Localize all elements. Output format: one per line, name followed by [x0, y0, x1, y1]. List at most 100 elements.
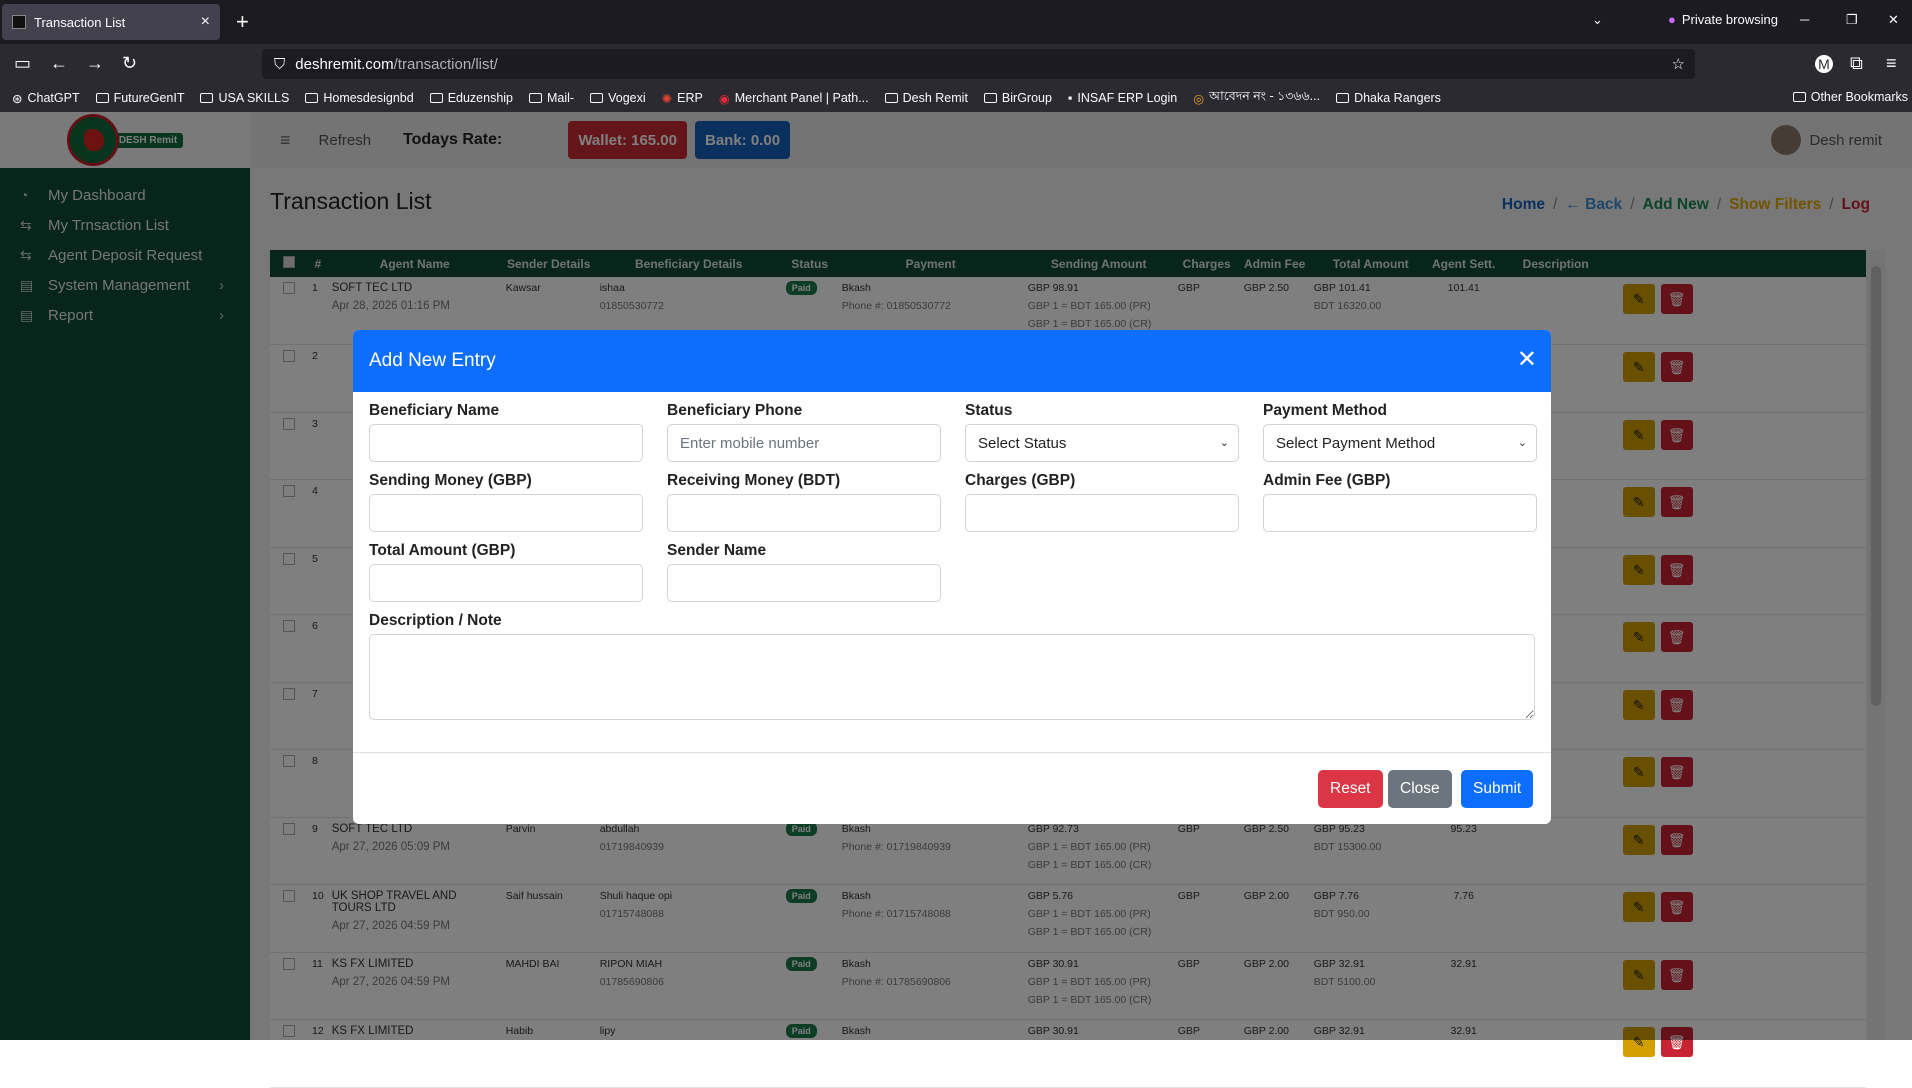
- browser-tab[interactable]: Transaction List ×: [2, 4, 220, 40]
- minimize-icon[interactable]: ─: [1800, 12, 1809, 27]
- payment-method-label: Payment Method: [1263, 402, 1388, 419]
- status-group: Status Select Status ⌄: [965, 402, 1239, 462]
- description-textarea[interactable]: [369, 634, 1535, 720]
- modal-title: Add New Entry: [369, 350, 496, 371]
- tab-title: Transaction List: [34, 14, 126, 30]
- beneficiary-name-label: Beneficiary Name: [369, 402, 500, 419]
- sending-money-label: Sending Money (GBP): [369, 472, 532, 489]
- payment-method-select[interactable]: Select Payment Method: [1263, 424, 1537, 462]
- payment-method-group: Payment Method Select Payment Method ⌄: [1263, 402, 1537, 462]
- receiving-money-input[interactable]: [667, 494, 941, 532]
- reset-button[interactable]: Reset: [1318, 770, 1383, 808]
- sending-money-input[interactable]: [369, 494, 643, 532]
- bookmark-item[interactable]: ⊛ ChatGPT: [12, 91, 80, 106]
- folder-icon: [1336, 93, 1350, 103]
- beneficiary-phone-input[interactable]: [667, 424, 941, 462]
- bookmark-item[interactable]: BirGroup: [983, 91, 1052, 105]
- pathao-icon: ◉: [718, 91, 730, 106]
- receiving-money-label: Receiving Money (BDT): [667, 472, 841, 489]
- reload-icon[interactable]: ↻: [122, 53, 137, 74]
- insaf-icon: ▪: [1067, 91, 1073, 105]
- modal-header: Add New Entry ✕: [353, 330, 1551, 392]
- bookmark-item[interactable]: Homesdesignbd: [305, 91, 414, 105]
- address-bar[interactable]: ⛉ deshremit.com/transaction/list/ ☆: [262, 49, 1695, 79]
- browser-tab-strip: Transaction List × + ⌄ ● Private browsin…: [0, 0, 1912, 44]
- bookmark-item[interactable]: ✺ ERP: [662, 91, 703, 106]
- status-select-wrapper: Select Status ⌄: [965, 424, 1239, 462]
- sidebar-toggle-icon[interactable]: ▭: [14, 53, 31, 74]
- bookmark-item[interactable]: Mail-: [529, 91, 574, 105]
- new-tab-icon[interactable]: +: [236, 9, 249, 35]
- description-label: Description / Note: [369, 612, 502, 629]
- sender-name-input[interactable]: [667, 564, 941, 602]
- total-amount-group: Total Amount (GBP): [369, 542, 643, 602]
- gov-seal-icon: ◎: [1193, 91, 1205, 106]
- total-amount-input[interactable]: [369, 564, 643, 602]
- private-mask-icon: ●: [1668, 12, 1676, 27]
- url-host: deshremit.com: [295, 55, 394, 73]
- folder-icon: [529, 93, 543, 103]
- other-bookmarks[interactable]: Other Bookmarks: [1792, 90, 1908, 104]
- modal-footer: Reset Close Submit: [353, 752, 1551, 824]
- folder-icon: [200, 93, 214, 103]
- back-icon[interactable]: ←: [50, 53, 68, 74]
- beneficiary-name-input[interactable]: [369, 424, 643, 462]
- admin-fee-group: Admin Fee (GBP): [1263, 472, 1537, 532]
- site-shield-icon: ⛉: [274, 55, 286, 73]
- tab-close-icon[interactable]: ×: [201, 13, 210, 31]
- total-amount-label: Total Amount (GBP): [369, 542, 516, 559]
- status-select[interactable]: Select Status: [965, 424, 1239, 462]
- folder-icon: [983, 93, 997, 103]
- bookmark-item[interactable]: Eduzenship: [429, 91, 513, 105]
- private-browsing-indicator: ● Private browsing: [1668, 12, 1778, 27]
- sender-name-label: Sender Name: [667, 542, 767, 559]
- sender-name-group: Sender Name: [667, 542, 941, 602]
- forward-icon[interactable]: →: [86, 53, 104, 74]
- menu-icon[interactable]: ≡: [1886, 53, 1897, 74]
- bookmark-item[interactable]: FutureGenIT: [95, 91, 184, 105]
- admin-fee-input[interactable]: [1263, 494, 1537, 532]
- description-group: Description / Note: [369, 612, 1535, 725]
- folder-icon: [884, 93, 898, 103]
- charges-group: Charges (GBP): [965, 472, 1239, 532]
- chatgpt-icon: ⊛: [12, 91, 23, 106]
- bookmarks-bar: ⊛ ChatGPT FutureGenIT USA SKILLS Homesdes…: [0, 84, 1912, 112]
- beneficiary-name-group: Beneficiary Name: [369, 402, 643, 462]
- status-label: Status: [965, 402, 1013, 419]
- extensions-icon[interactable]: ⧉: [1850, 53, 1863, 74]
- receiving-money-group: Receiving Money (BDT): [667, 472, 941, 532]
- add-entry-modal: Add New Entry ✕ Beneficiary Name Benefic…: [353, 330, 1551, 824]
- beneficiary-phone-label: Beneficiary Phone: [667, 402, 803, 419]
- beneficiary-phone-group: Beneficiary Phone: [667, 402, 941, 462]
- submit-button[interactable]: Submit: [1461, 770, 1534, 808]
- browser-toolbar: ▭ ← → ↻ ⛉ deshremit.com/transaction/list…: [0, 44, 1912, 84]
- charges-input[interactable]: [965, 494, 1239, 532]
- tab-list-chevron-icon[interactable]: ⌄: [1592, 12, 1603, 28]
- erp-sun-icon: ✺: [661, 91, 673, 106]
- bookmark-item[interactable]: ◎ আবেদন নং - ১৩৬৬...: [1193, 88, 1320, 108]
- url-path: /transaction/list/: [393, 55, 498, 73]
- window-close-icon[interactable]: ✕: [1888, 12, 1899, 28]
- charges-label: Charges (GBP): [965, 472, 1076, 489]
- bookmark-item[interactable]: Vogexi: [590, 91, 646, 105]
- close-button[interactable]: Close: [1388, 770, 1452, 808]
- folder-icon: [590, 93, 604, 103]
- folder-icon: [1792, 92, 1806, 102]
- close-icon[interactable]: ✕: [1517, 348, 1537, 372]
- payment-select-wrapper: Select Payment Method ⌄: [1263, 424, 1537, 462]
- admin-fee-label: Admin Fee (GBP): [1263, 472, 1391, 489]
- private-browsing-label: Private browsing: [1681, 12, 1778, 27]
- bookmark-item[interactable]: ▪ INSAF ERP Login: [1068, 91, 1177, 105]
- bookmark-item[interactable]: Desh Remit: [884, 91, 968, 105]
- restore-icon[interactable]: ❐: [1846, 12, 1858, 28]
- bookmark-item[interactable]: ◉ Merchant Panel | Path...: [719, 91, 869, 106]
- favicon-icon: [12, 15, 26, 29]
- account-icon[interactable]: M: [1815, 55, 1833, 73]
- sending-money-group: Sending Money (GBP): [369, 472, 643, 532]
- bookmark-star-icon[interactable]: ☆: [1672, 55, 1685, 73]
- bookmark-item[interactable]: USA SKILLS: [200, 91, 289, 105]
- folder-icon: [95, 93, 109, 103]
- folder-icon: [429, 93, 443, 103]
- bookmark-item[interactable]: Dhaka Rangers: [1336, 91, 1441, 105]
- folder-icon: [305, 93, 319, 103]
